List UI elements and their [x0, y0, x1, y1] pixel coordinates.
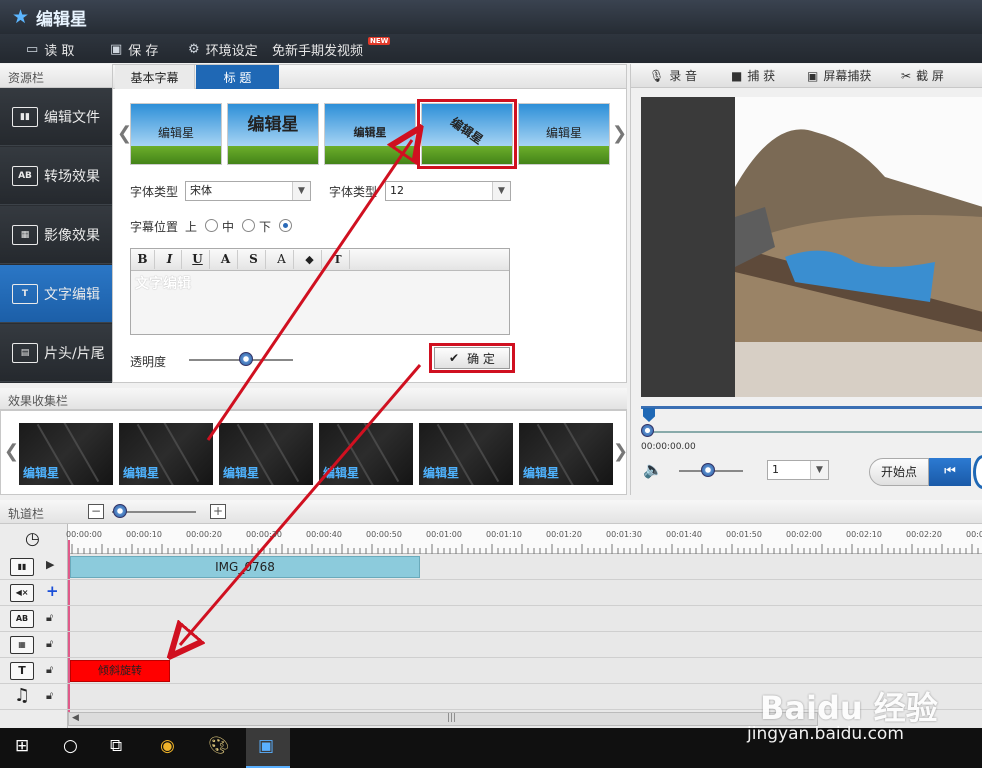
windows-start-icon[interactable]: ⊞ [15, 736, 29, 756]
ruler-tick-label: 00:01:50 [726, 530, 762, 539]
ruler-tick-label: 00:01:20 [546, 530, 582, 539]
ruler-tick-label: 00:00:40 [306, 530, 342, 539]
video-camera-icon: ▣ [258, 736, 275, 756]
search-circle-icon[interactable]: ○ [63, 736, 78, 756]
ruler-tick-label: 00:00:10 [126, 530, 162, 539]
url-watermark: jingyan.baidu.com [747, 724, 904, 744]
ruler-tick-label: 00:02:3 [966, 530, 982, 539]
ruler-tick-label: 00:00:00 [66, 530, 102, 539]
ruler-tick-label: 00:00:20 [186, 530, 222, 539]
ruler-tick-label: 00:02:20 [906, 530, 942, 539]
taskbar-editor-app[interactable]: ▣ [246, 728, 290, 768]
task-view-icon[interactable]: ⧉ [110, 736, 122, 756]
ruler-tick-label: 00:01:10 [486, 530, 522, 539]
ruler-tick-label: 00:00:30 [246, 530, 282, 539]
ruler-tick-label: 00:02:10 [846, 530, 882, 539]
baidu-logo-watermark: Baidu 经验 [760, 689, 938, 727]
ruler-tick-label: 00:00:50 [366, 530, 402, 539]
ruler-tick-label: 00:01:30 [606, 530, 642, 539]
ruler-tick-label: 00:01:00 [426, 530, 462, 539]
annotation-arrows [0, 0, 982, 728]
ruler-tick-label: 00:01:40 [666, 530, 702, 539]
ruler-tick-label: 00:02:00 [786, 530, 822, 539]
ruler-labels: 00:00:00 00:00:10 00:00:20 00:00:30 00:00:40… [66, 524, 982, 544]
chrome-icon[interactable]: ◉ [160, 736, 175, 756]
paint-palette-icon[interactable]: 🎨︎ [208, 736, 230, 756]
